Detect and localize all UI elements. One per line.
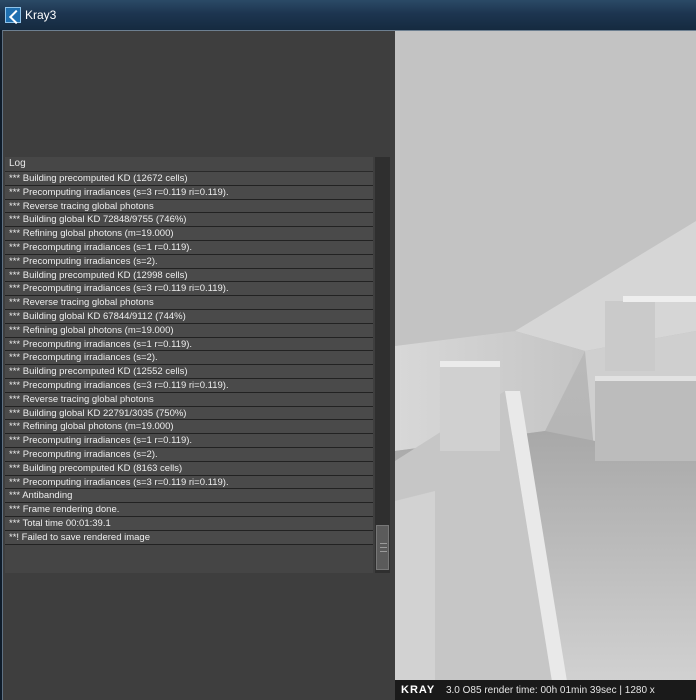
log-line: *** Precomputing irradiances (s=2). bbox=[5, 351, 373, 366]
grip-line bbox=[380, 551, 387, 552]
log-panel[interactable]: Log *** Building precomputed KD (12672 c… bbox=[5, 157, 373, 573]
log-line: *** Refining global photons (m=19.000) bbox=[5, 323, 373, 338]
log-scrollbar[interactable] bbox=[375, 157, 390, 573]
render-status-text: 3.0 O85 render time: 00h 01min 39sec | 1… bbox=[445, 685, 655, 696]
log-line: *** Precomputing irradiances (s=3 r=0.11… bbox=[5, 185, 373, 200]
log-line: *** Frame rendering done. bbox=[5, 503, 373, 517]
log-line: *** Precomputing irradiances (s=3 r=0.11… bbox=[5, 378, 373, 393]
log-line: *** Building global KD 67844/9112 (744%) bbox=[5, 309, 373, 324]
status-bar: KRAY 3.0 O85 render time: 00h 01min 39se… bbox=[395, 680, 696, 700]
log-line: *** Precomputing irradiances (s=1 r=0.11… bbox=[5, 434, 373, 448]
log-line: *** Building precomputed KD (12672 cells… bbox=[5, 172, 373, 186]
log-line: *** Precomputing irradiances (s=3 r=0.11… bbox=[5, 475, 373, 490]
window-title: Kray3 bbox=[25, 8, 57, 22]
kray-app-icon[interactable] bbox=[5, 7, 21, 23]
log-line: *** Building precomputed KD (12998 cells… bbox=[5, 268, 373, 283]
log-line: *** Reverse tracing global photons bbox=[5, 199, 373, 214]
render-preview bbox=[395, 31, 696, 700]
log-line: *** Precomputing irradiances (s=2). bbox=[5, 447, 373, 462]
log-line: *** Antibanding bbox=[5, 489, 373, 504]
rendered-image bbox=[395, 31, 696, 700]
log-line: *** Refining global photons (m=19.000) bbox=[5, 420, 373, 435]
title-bar[interactable]: Kray3 bbox=[0, 0, 696, 30]
kray-logo: KRAY bbox=[401, 684, 436, 696]
log-line: *** Precomputing irradiances (s=1 r=0.11… bbox=[5, 240, 373, 255]
log-header: Log bbox=[5, 157, 373, 172]
log-line: *** Reverse tracing global photons bbox=[5, 296, 373, 310]
grip-line bbox=[380, 543, 387, 544]
log-line: *** Building precomputed KD (12552 cells… bbox=[5, 365, 373, 379]
log-line: *** Precomputing irradiances (s=2). bbox=[5, 254, 373, 269]
log-line: *** Building global KD 72848/9755 (746%) bbox=[5, 213, 373, 228]
log-line: *** Building global KD 22791/3035 (750%) bbox=[5, 406, 373, 421]
log-line: *** Total time 00:01:39.1 bbox=[5, 516, 373, 531]
log-line: *** Refining global photons (m=19.000) bbox=[5, 227, 373, 241]
log-line: *** Precomputing irradiances (s=1 r=0.11… bbox=[5, 337, 373, 352]
log-line: *** Precomputing irradiances (s=3 r=0.11… bbox=[5, 282, 373, 297]
scrollbar-thumb[interactable] bbox=[376, 525, 389, 570]
log-line: *** Reverse tracing global photons bbox=[5, 392, 373, 407]
log-line: *** Building precomputed KD (8163 cells) bbox=[5, 461, 373, 476]
log-line: **! Failed to save rendered image bbox=[5, 530, 373, 545]
log-list: *** Building precomputed KD (12672 cells… bbox=[5, 172, 373, 545]
grip-line bbox=[380, 547, 387, 548]
